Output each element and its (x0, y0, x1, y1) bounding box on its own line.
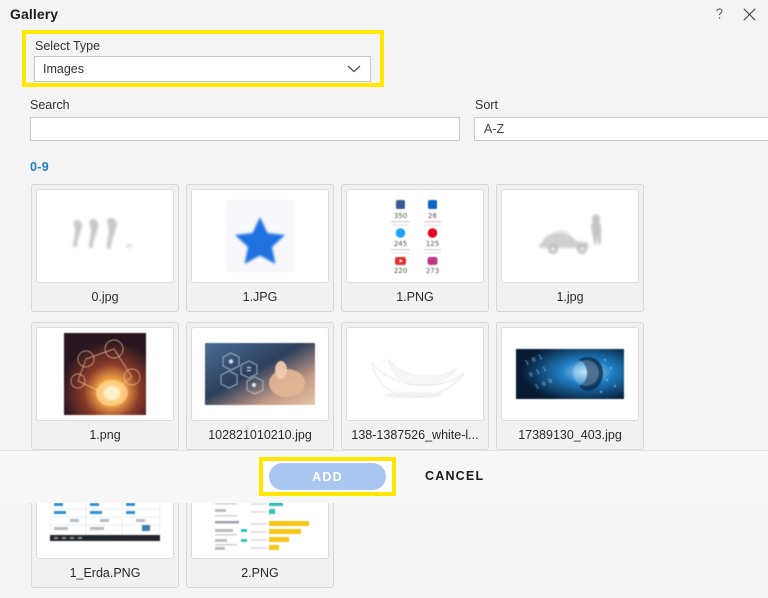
gallery-item[interactable]: 102821010210.jpg (186, 322, 334, 450)
title-bar: Gallery (0, 0, 768, 29)
hand-hexagons-art (205, 343, 315, 405)
gallery-item[interactable]: 138-1387526_white-l... (341, 322, 489, 450)
star-art (227, 200, 293, 272)
svg-text:125: 125 (426, 240, 439, 248)
add-button[interactable]: ADD (269, 463, 386, 490)
sort-value: A-Z (484, 122, 505, 136)
gallery-item[interactable]: 1 0 1 0 1 1 1 0 0 17389130_403.jpg (496, 322, 644, 450)
thumbnail (36, 327, 174, 421)
gallery-item[interactable]: 0.jpg (31, 184, 179, 312)
question-mark-icon[interactable] (704, 2, 734, 26)
gallery-item-label: 1.png (89, 428, 121, 442)
add-button-highlight: ADD (259, 457, 396, 496)
search-input[interactable] (30, 117, 460, 141)
svg-text:350: 350 (394, 212, 407, 220)
gallery-item-label: 1.jpg (556, 290, 584, 304)
gallery-dialog: Gallery Select Type Images Search Sort A… (0, 0, 768, 588)
sort-label: Sort (475, 98, 498, 112)
gallery-item-label: 0.jpg (91, 290, 119, 304)
gallery-item[interactable]: 1.jpg (496, 184, 644, 312)
select-type-value: Images (43, 62, 84, 76)
select-type-dropdown[interactable]: Images (34, 56, 371, 82)
thumbnail: 1 0 1 0 1 1 1 0 0 (501, 327, 639, 421)
white-swoosh-art (371, 358, 465, 398)
gallery-item-label: 1.PNG (396, 290, 434, 304)
page-title: Gallery (10, 6, 59, 22)
search-label: Search (30, 98, 70, 112)
binary-face-art: 1 0 1 0 1 1 1 0 0 (516, 349, 624, 399)
car-art (538, 214, 601, 254)
gallery-item-label: 102821010210.jpg (208, 428, 312, 442)
thumbnail (346, 327, 484, 421)
svg-text:220: 220 (394, 267, 407, 275)
gallery-item-label: 17389130_403.jpg (518, 428, 622, 442)
thumbnail: 350 26 245 125 220 273 (346, 189, 484, 283)
thumbnail (36, 189, 174, 283)
svg-text:273: 273 (426, 267, 439, 275)
thumbnail (191, 189, 329, 283)
figures-art (73, 218, 132, 250)
chevron-down-icon (347, 65, 361, 73)
gallery-item-label: 1.JPG (242, 290, 278, 304)
gallery-grid: 0.jpg 1.JPG 350 26 245 125 220 273 1.PNG… (31, 184, 768, 598)
glow-network-art (64, 333, 146, 415)
sort-dropdown[interactable]: A-Z (474, 117, 768, 141)
svg-text:26: 26 (428, 212, 437, 220)
gallery-item-label: 2.PNG (241, 566, 279, 580)
window-controls (704, 2, 764, 26)
close-icon[interactable] (734, 2, 764, 26)
cancel-button[interactable]: CANCEL (419, 468, 490, 484)
section-header-0-9: 0-9 (30, 160, 49, 174)
thumbnail (501, 189, 639, 283)
gallery-item-label: 138-1387526_white-l... (351, 428, 479, 442)
gallery-item[interactable]: 1.JPG (186, 184, 334, 312)
svg-text:245: 245 (394, 240, 407, 248)
gallery-item-label: 1_Erda.PNG (69, 566, 141, 580)
gallery-item[interactable]: 350 26 245 125 220 273 1.PNG (341, 184, 489, 312)
thumbnail (191, 327, 329, 421)
social-stats-art: 350 26 245 125 220 273 (372, 195, 458, 277)
select-type-highlight: Select Type Images (22, 30, 384, 87)
select-type-label: Select Type (35, 39, 101, 53)
dialog-footer: ADD CANCEL (0, 450, 768, 503)
gallery-item[interactable]: 1.png (31, 322, 179, 450)
